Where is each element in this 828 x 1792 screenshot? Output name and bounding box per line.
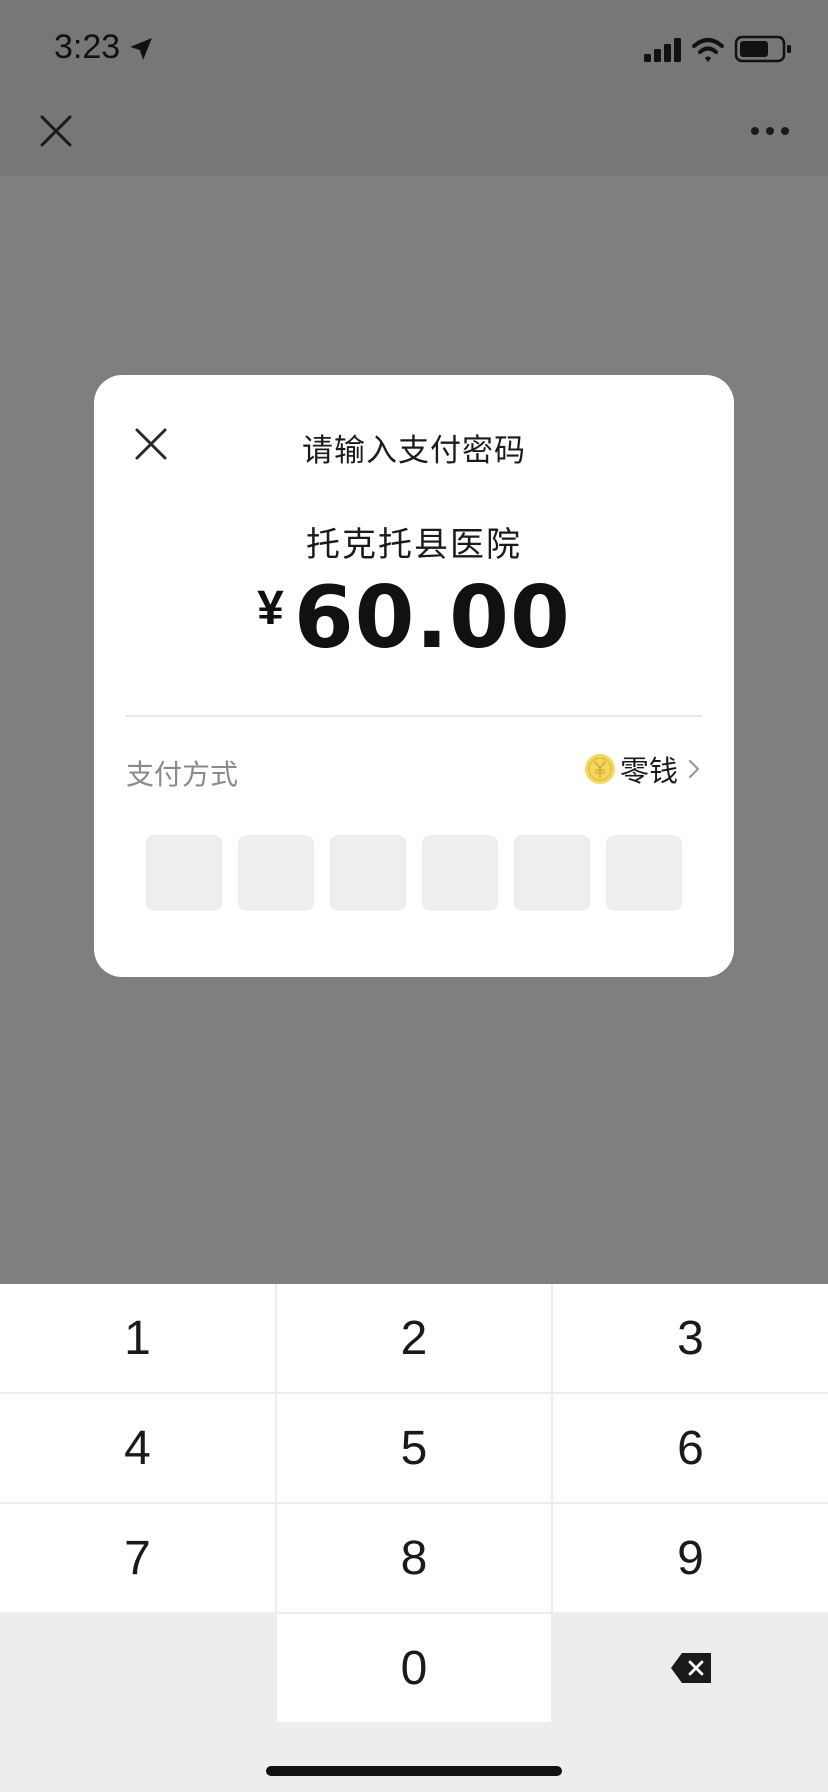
coin-icon — [584, 754, 615, 784]
pin-box[interactable] — [330, 835, 406, 911]
status-bar: 3:23 — [0, 0, 828, 94]
numeric-keypad: 1 2 3 4 5 6 7 8 9 0 — [0, 1284, 828, 1792]
pin-box[interactable] — [514, 835, 590, 911]
backspace-icon — [670, 1653, 711, 1683]
key-7[interactable]: 7 — [0, 1504, 275, 1612]
dialog-title: 请输入支付密码 — [302, 433, 526, 469]
battery-icon — [734, 35, 791, 63]
home-indicator — [266, 1766, 562, 1776]
close-icon[interactable] — [38, 113, 74, 149]
key-6[interactable]: 6 — [553, 1394, 828, 1502]
signal-bars-icon — [644, 38, 681, 62]
pin-box[interactable] — [238, 835, 314, 911]
merchant-name: 托克托县医院 — [306, 525, 522, 565]
status-time: 3:23 — [54, 28, 121, 66]
location-arrow-icon — [130, 38, 152, 60]
key-3[interactable]: 3 — [553, 1284, 828, 1392]
key-5[interactable]: 5 — [277, 1394, 551, 1502]
key-4[interactable]: 4 — [0, 1394, 275, 1502]
payment-method-value: 零钱 — [619, 754, 678, 788]
status-icons — [644, 35, 791, 63]
payment-password-dialog: 请输入支付密码 托克托县医院 ¥60.00 支付方式 零钱 — [94, 375, 734, 977]
pin-box[interactable] — [606, 835, 682, 911]
key-9[interactable]: 9 — [553, 1504, 828, 1612]
key-1[interactable]: 1 — [0, 1284, 275, 1392]
currency-symbol: ¥ — [257, 582, 284, 635]
wifi-icon — [692, 38, 724, 62]
backspace-key[interactable] — [553, 1614, 828, 1722]
payment-method-label: 支付方式 — [126, 758, 239, 791]
password-input[interactable] — [146, 835, 682, 911]
payment-amount: 60.00 — [293, 568, 571, 668]
key-8[interactable]: 8 — [277, 1504, 551, 1612]
chevron-right-icon — [688, 759, 700, 779]
payment-method-selector[interactable]: 零钱 — [584, 745, 702, 793]
amount-row: ¥60.00 — [94, 575, 734, 661]
pin-box[interactable] — [146, 835, 222, 911]
more-icon[interactable] — [750, 124, 790, 138]
key-0[interactable]: 0 — [277, 1614, 551, 1722]
top-nav-bar — [0, 94, 828, 176]
pin-box[interactable] — [422, 835, 498, 911]
payment-method-row[interactable]: 支付方式 零钱 — [126, 745, 702, 793]
key-2[interactable]: 2 — [277, 1284, 551, 1392]
divider — [126, 715, 702, 717]
